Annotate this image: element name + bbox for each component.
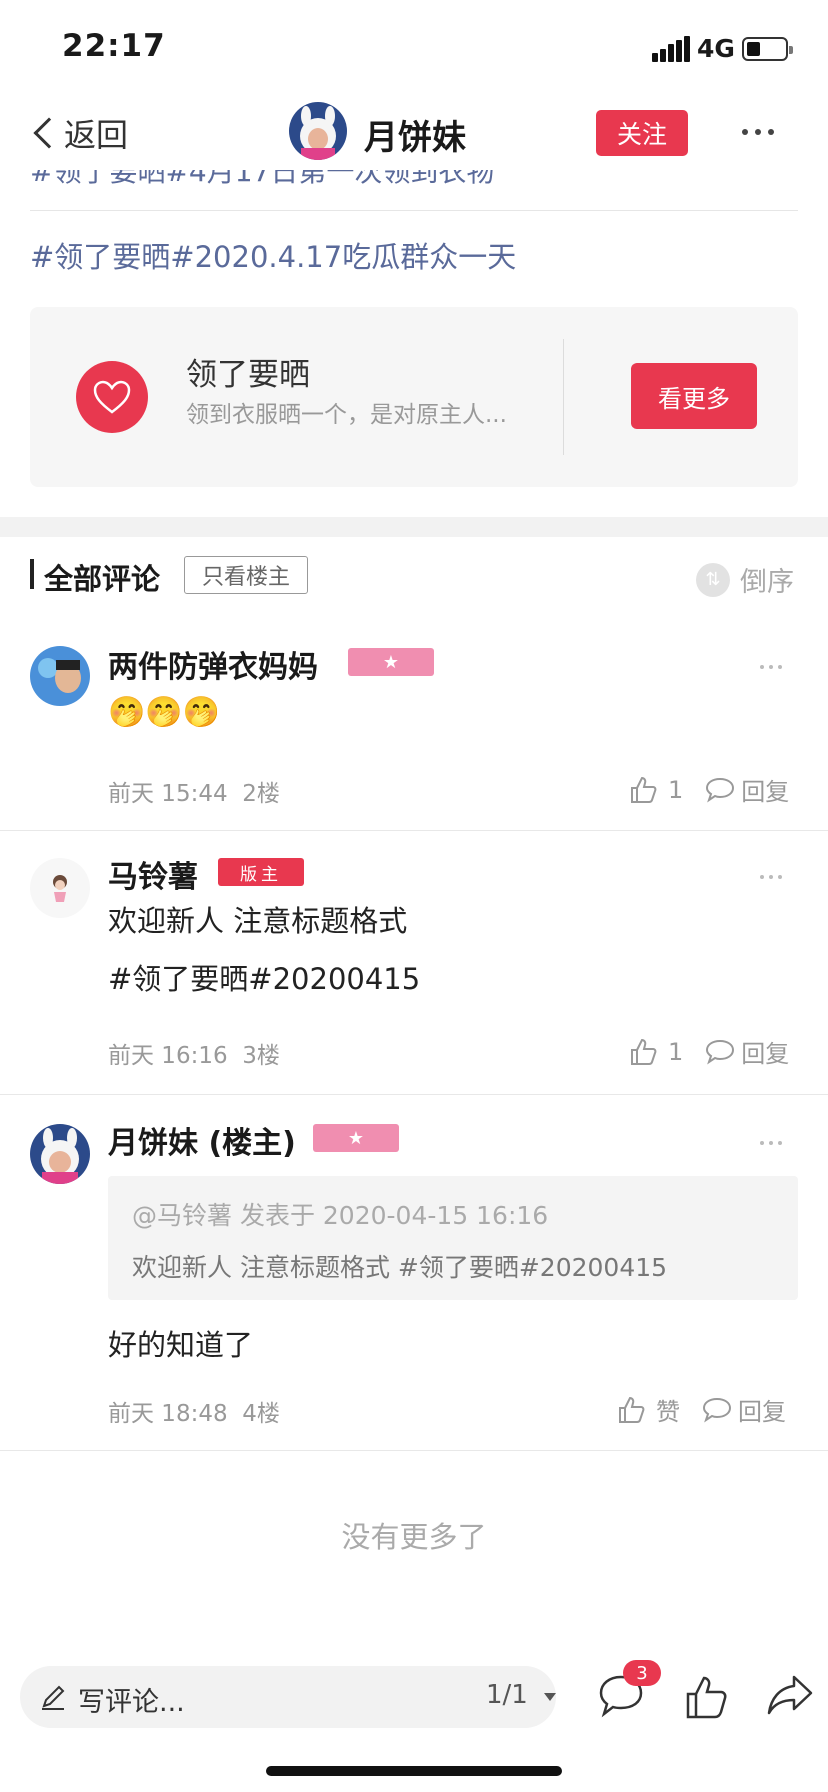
comment-meta: 前天 16:16 3楼 [108, 1036, 280, 1070]
comment-floor: 4楼 [242, 1401, 280, 1427]
divider [30, 210, 798, 211]
comment-time: 前天 16:16 [108, 1043, 228, 1069]
more-icon[interactable] [742, 118, 782, 146]
comment-line: 欢迎新人 注意标题格式 [108, 904, 408, 938]
network-type: 4G [697, 34, 735, 63]
like-count[interactable]: 1 [668, 1038, 683, 1066]
battery-icon [742, 37, 793, 61]
more-icon[interactable] [760, 662, 790, 672]
commenter-name[interactable]: 马铃薯 [108, 852, 198, 896]
comment-actions: 1 回复 [628, 772, 789, 807]
level-badge: ★ [348, 648, 434, 676]
comments-title: 全部评论 [44, 562, 161, 596]
avatar[interactable] [289, 102, 347, 160]
only-op-button[interactable]: 只看楼主 [184, 556, 308, 594]
home-indicator[interactable] [266, 1766, 562, 1776]
comment-actions: 1 回复 [628, 1034, 789, 1069]
comment-body: 好的知道了 [108, 1328, 254, 1362]
bottom-bar: 写评论... 1/1 3 [0, 1660, 828, 1742]
quote-header: @马铃薯 发表于 2020-04-15 16:16 [132, 1201, 549, 1230]
like-count[interactable]: 1 [668, 776, 683, 804]
share-icon[interactable] [766, 1674, 814, 1716]
thumbs-up-icon[interactable] [628, 1037, 658, 1067]
moderator-badge: 版主 [218, 858, 304, 886]
post-tag-line[interactable]: #领了要晒#2020.4.17吃瓜群众一天 [30, 234, 516, 276]
commenter-name[interactable]: 两件防弹衣妈妈 [108, 642, 318, 686]
thumbs-up-icon[interactable] [684, 1674, 728, 1720]
divider [0, 830, 828, 831]
comment-line[interactable]: #领了要晒#20200415 [108, 950, 420, 1008]
commenter-name[interactable]: 月饼妹 (楼主) [108, 1118, 296, 1162]
pen-icon [42, 1685, 65, 1710]
thumbs-up-icon[interactable] [628, 775, 658, 805]
comment-input[interactable]: 写评论... 1/1 [20, 1666, 556, 1728]
level-badge: ★ [313, 1124, 399, 1152]
thumbs-up-icon[interactable] [616, 1395, 646, 1425]
reply-button[interactable]: 回复 [741, 772, 789, 807]
reply-button[interactable]: 回复 [738, 1392, 786, 1427]
topic-description: 领到衣服晒一个，是对原主人... [186, 402, 507, 428]
sort-label: 倒序 [740, 567, 794, 598]
comment-floor: 2楼 [242, 781, 280, 807]
page-indicator[interactable]: 1/1 [486, 1680, 528, 1710]
comment-time: 前天 15:44 [108, 781, 228, 807]
comment-floor: 3楼 [242, 1043, 280, 1069]
quoted-comment[interactable]: @马铃薯 发表于 2020-04-15 16:16 欢迎新人 注意标题格式 #领… [108, 1176, 798, 1300]
quote-text: 欢迎新人 注意标题格式 #领了要晒#20200415 [132, 1253, 668, 1282]
status-bar: 22:17 4G [0, 0, 828, 96]
back-button[interactable]: 返回 [28, 110, 128, 156]
reply-icon[interactable] [705, 777, 735, 803]
comment-count-badge: 3 [623, 1660, 661, 1686]
more-icon[interactable] [760, 872, 790, 882]
nav-bar: 返回 月饼妹 关注 [0, 96, 828, 170]
comment-meta: 前天 15:44 2楼 [108, 774, 280, 808]
more-icon[interactable] [760, 1138, 790, 1148]
comment-input-placeholder: 写评论... [78, 1687, 185, 1718]
comment-time: 前天 18:48 [108, 1401, 228, 1427]
divider [0, 1450, 828, 1451]
sort-button[interactable]: ⇅ 倒序 [696, 560, 794, 599]
comment-meta: 前天 18:48 4楼 [108, 1394, 280, 1428]
back-label: 返回 [64, 116, 129, 154]
caret-down-icon[interactable] [544, 1693, 556, 1701]
topic-title: 领了要晒 [186, 357, 310, 393]
no-more-text: 没有更多了 [341, 1520, 487, 1554]
follow-button[interactable]: 关注 [596, 110, 688, 156]
reply-button[interactable]: 回复 [741, 1034, 789, 1069]
status-time: 22:17 [62, 28, 166, 64]
like-button[interactable]: 赞 [656, 1392, 680, 1427]
avatar[interactable] [30, 1124, 90, 1184]
section-gap [0, 517, 828, 537]
divider [563, 339, 564, 455]
heart-icon [76, 361, 148, 433]
sort-icon: ⇅ [696, 562, 730, 597]
comment-body: 欢迎新人 注意标题格式 #领了要晒#20200415 [108, 892, 420, 1008]
chevron-left-icon [33, 117, 65, 149]
signal-icon [652, 36, 690, 62]
page-title: 月饼妹 [364, 118, 466, 158]
avatar[interactable] [30, 646, 90, 706]
comment-actions: 赞 回复 [616, 1392, 786, 1427]
reply-icon[interactable] [705, 1039, 735, 1065]
see-more-button[interactable]: 看更多 [631, 363, 757, 429]
comment-body: 🤭🤭🤭 [108, 695, 221, 730]
divider [0, 1094, 828, 1095]
avatar[interactable] [30, 858, 90, 918]
topic-card[interactable]: 领了要晒 领到衣服晒一个，是对原主人... 看更多 [30, 307, 798, 487]
section-marker [30, 559, 34, 589]
reply-icon[interactable] [702, 1397, 732, 1423]
